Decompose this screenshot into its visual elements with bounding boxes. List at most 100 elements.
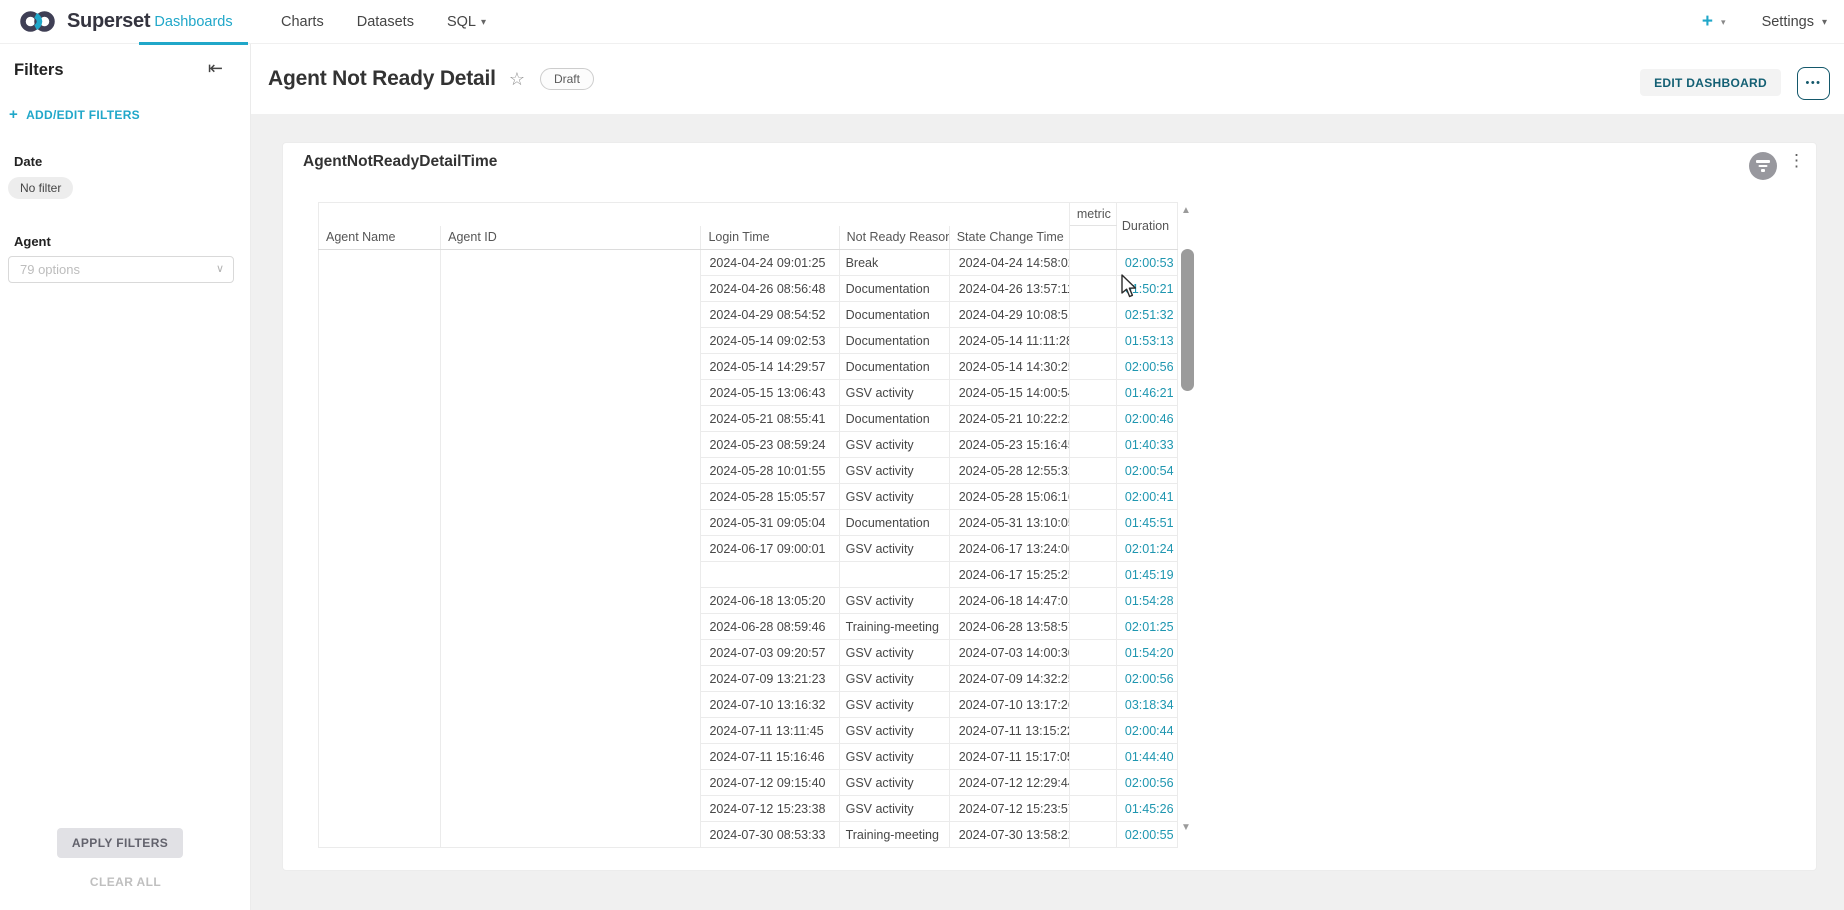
duration-cell[interactable]: 02:51:32 bbox=[1116, 302, 1177, 328]
chart-menu-kebab-icon[interactable]: ⋮ bbox=[1788, 151, 1805, 171]
metric-gap-cell bbox=[1069, 562, 1116, 588]
edit-dashboard-button[interactable]: EDIT DASHBOARD bbox=[1640, 69, 1781, 96]
reason-cell: GSV activity bbox=[839, 484, 949, 510]
reason-cell: Documentation bbox=[839, 354, 949, 380]
column-header-duration[interactable]: Duration bbox=[1116, 203, 1177, 250]
state-change-cell: 2024-06-28 13:58:57 bbox=[949, 614, 1069, 640]
login-time-cell: 2024-07-30 08:53:33 bbox=[701, 822, 839, 848]
duration-cell[interactable]: 01:54:28 bbox=[1116, 588, 1177, 614]
reason-cell: Documentation bbox=[839, 510, 949, 536]
reason-cell: Training-meeting bbox=[839, 614, 949, 640]
state-change-cell: 2024-05-14 14:30:25 bbox=[949, 354, 1069, 380]
state-change-cell: 2024-06-17 13:24:00 bbox=[949, 536, 1069, 562]
reason-cell: GSV activity bbox=[839, 744, 949, 770]
duration-cell[interactable]: 02:00:56 bbox=[1116, 666, 1177, 692]
login-time-cell: 2024-05-15 13:06:43 bbox=[701, 380, 839, 406]
duration-cell[interactable]: 03:18:34 bbox=[1116, 692, 1177, 718]
metric-gap-cell bbox=[1069, 484, 1116, 510]
login-time-cell: 2024-05-14 14:29:57 bbox=[701, 354, 839, 380]
caret-down-icon: ▾ bbox=[481, 17, 486, 28]
more-options-button[interactable]: ••• bbox=[1797, 67, 1830, 100]
clear-all-button[interactable]: CLEAR ALL bbox=[0, 875, 251, 889]
state-change-cell: 2024-05-28 15:06:16 bbox=[949, 484, 1069, 510]
login-time-cell: 2024-04-26 08:56:48 bbox=[701, 276, 839, 302]
duration-cell[interactable]: 02:00:46 bbox=[1116, 406, 1177, 432]
duration-cell[interactable]: 01:44:40 bbox=[1116, 744, 1177, 770]
settings-menu[interactable]: Settings bbox=[1762, 14, 1814, 30]
nav-tab-sql[interactable]: SQL▾ bbox=[447, 0, 486, 44]
reason-cell: GSV activity bbox=[839, 770, 949, 796]
plus-icon: + bbox=[9, 106, 18, 123]
agent-id-group-cell bbox=[441, 250, 701, 848]
new-item-button[interactable]: + bbox=[1702, 0, 1713, 44]
metric-gap-cell bbox=[1069, 250, 1116, 276]
duration-cell[interactable]: 02:01:25 bbox=[1116, 614, 1177, 640]
state-change-cell: 2024-07-03 14:00:30 bbox=[949, 640, 1069, 666]
duration-cell[interactable]: 02:00:56 bbox=[1116, 354, 1177, 380]
login-time-cell: 2024-06-28 08:59:46 bbox=[701, 614, 839, 640]
nav-right-controls: + ▾ Settings ▾ bbox=[1702, 0, 1827, 44]
duration-cell[interactable]: 02:00:55 bbox=[1116, 822, 1177, 848]
table-scrollbar-thumb[interactable] bbox=[1181, 249, 1194, 391]
chevron-down-icon: ∨ bbox=[216, 257, 224, 282]
reason-cell: Break bbox=[839, 250, 949, 276]
reason-cell: Documentation bbox=[839, 302, 949, 328]
metric-gap-cell bbox=[1069, 822, 1116, 848]
duration-cell[interactable]: 01:50:21 bbox=[1116, 276, 1177, 302]
duration-cell[interactable]: 01:54:20 bbox=[1116, 640, 1177, 666]
cross-filter-icon[interactable] bbox=[1749, 152, 1777, 180]
caret-down-icon[interactable]: ▾ bbox=[1721, 17, 1726, 28]
superset-logo[interactable]: Superset bbox=[18, 8, 150, 35]
duration-cell[interactable]: 02:00:53 bbox=[1116, 250, 1177, 276]
state-change-cell: 2024-05-21 10:22:22 bbox=[949, 406, 1069, 432]
reason-cell: GSV activity bbox=[839, 458, 949, 484]
column-header-agent-name[interactable]: Agent Name bbox=[319, 226, 441, 250]
duration-cell[interactable]: 02:01:24 bbox=[1116, 536, 1177, 562]
table-scroll-up-icon[interactable]: ▲ bbox=[1181, 205, 1191, 216]
duration-cell[interactable]: 01:45:19 bbox=[1116, 562, 1177, 588]
add-edit-filters-button[interactable]: + ADD/EDIT FILTERS bbox=[9, 106, 140, 123]
table-scroll-down-icon[interactable]: ▼ bbox=[1181, 822, 1191, 833]
duration-cell[interactable]: 01:46:21 bbox=[1116, 380, 1177, 406]
caret-down-icon: ▾ bbox=[1822, 17, 1827, 28]
nav-tab-datasets[interactable]: Datasets bbox=[357, 0, 414, 44]
duration-cell[interactable]: 01:40:33 bbox=[1116, 432, 1177, 458]
reason-cell: GSV activity bbox=[839, 432, 949, 458]
reason-cell: GSV activity bbox=[839, 692, 949, 718]
metric-gap-cell bbox=[1069, 380, 1116, 406]
login-time-cell: 2024-05-31 09:05:04 bbox=[701, 510, 839, 536]
favorite-star-icon[interactable]: ☆ bbox=[509, 69, 525, 90]
filter-label-agent: Agent bbox=[14, 234, 51, 249]
metric-gap-cell bbox=[1069, 458, 1116, 484]
collapse-sidebar-icon[interactable]: ⇤ bbox=[208, 58, 223, 79]
reason-cell: GSV activity bbox=[839, 536, 949, 562]
state-change-cell: 2024-07-11 13:15:22 bbox=[949, 718, 1069, 744]
column-header-state-change-time[interactable]: State Change Time bbox=[949, 226, 1069, 250]
metric-gap-cell bbox=[1069, 666, 1116, 692]
duration-cell[interactable]: 02:00:44 bbox=[1116, 718, 1177, 744]
state-change-cell: 2024-04-26 13:57:11 bbox=[949, 276, 1069, 302]
metric-gap-cell bbox=[1069, 406, 1116, 432]
column-header-login-time[interactable]: Login Time bbox=[701, 226, 839, 250]
main-nav: Dashboards Charts Datasets SQL▾ bbox=[139, 0, 486, 44]
top-navbar: Superset Dashboards Charts Datasets SQL▾… bbox=[0, 0, 1844, 44]
apply-filters-button[interactable]: APPLY FILTERS bbox=[57, 828, 183, 858]
duration-cell[interactable]: 02:00:54 bbox=[1116, 458, 1177, 484]
duration-cell[interactable]: 01:53:13 bbox=[1116, 328, 1177, 354]
login-time-cell: 2024-05-14 09:02:53 bbox=[701, 328, 839, 354]
duration-cell[interactable]: 01:45:26 bbox=[1116, 796, 1177, 822]
duration-cell[interactable]: 02:00:56 bbox=[1116, 770, 1177, 796]
metric-gap-cell bbox=[1069, 302, 1116, 328]
nav-tab-charts[interactable]: Charts bbox=[281, 0, 324, 44]
column-header-not-ready-reason[interactable]: Not Ready Reason bbox=[839, 226, 949, 250]
nav-tab-dashboards[interactable]: Dashboards bbox=[139, 0, 248, 44]
metric-gap-cell bbox=[1069, 354, 1116, 380]
duration-cell[interactable]: 01:45:51 bbox=[1116, 510, 1177, 536]
date-filter-value[interactable]: No filter bbox=[8, 177, 73, 199]
state-change-cell: 2024-07-09 14:32:25 bbox=[949, 666, 1069, 692]
duration-cell[interactable]: 02:00:41 bbox=[1116, 484, 1177, 510]
filters-title: Filters bbox=[14, 61, 64, 80]
metric-gap-cell bbox=[1069, 718, 1116, 744]
agent-filter-select[interactable]: 79 options ∨ bbox=[8, 256, 234, 283]
column-header-agent-id[interactable]: Agent ID bbox=[441, 226, 701, 250]
